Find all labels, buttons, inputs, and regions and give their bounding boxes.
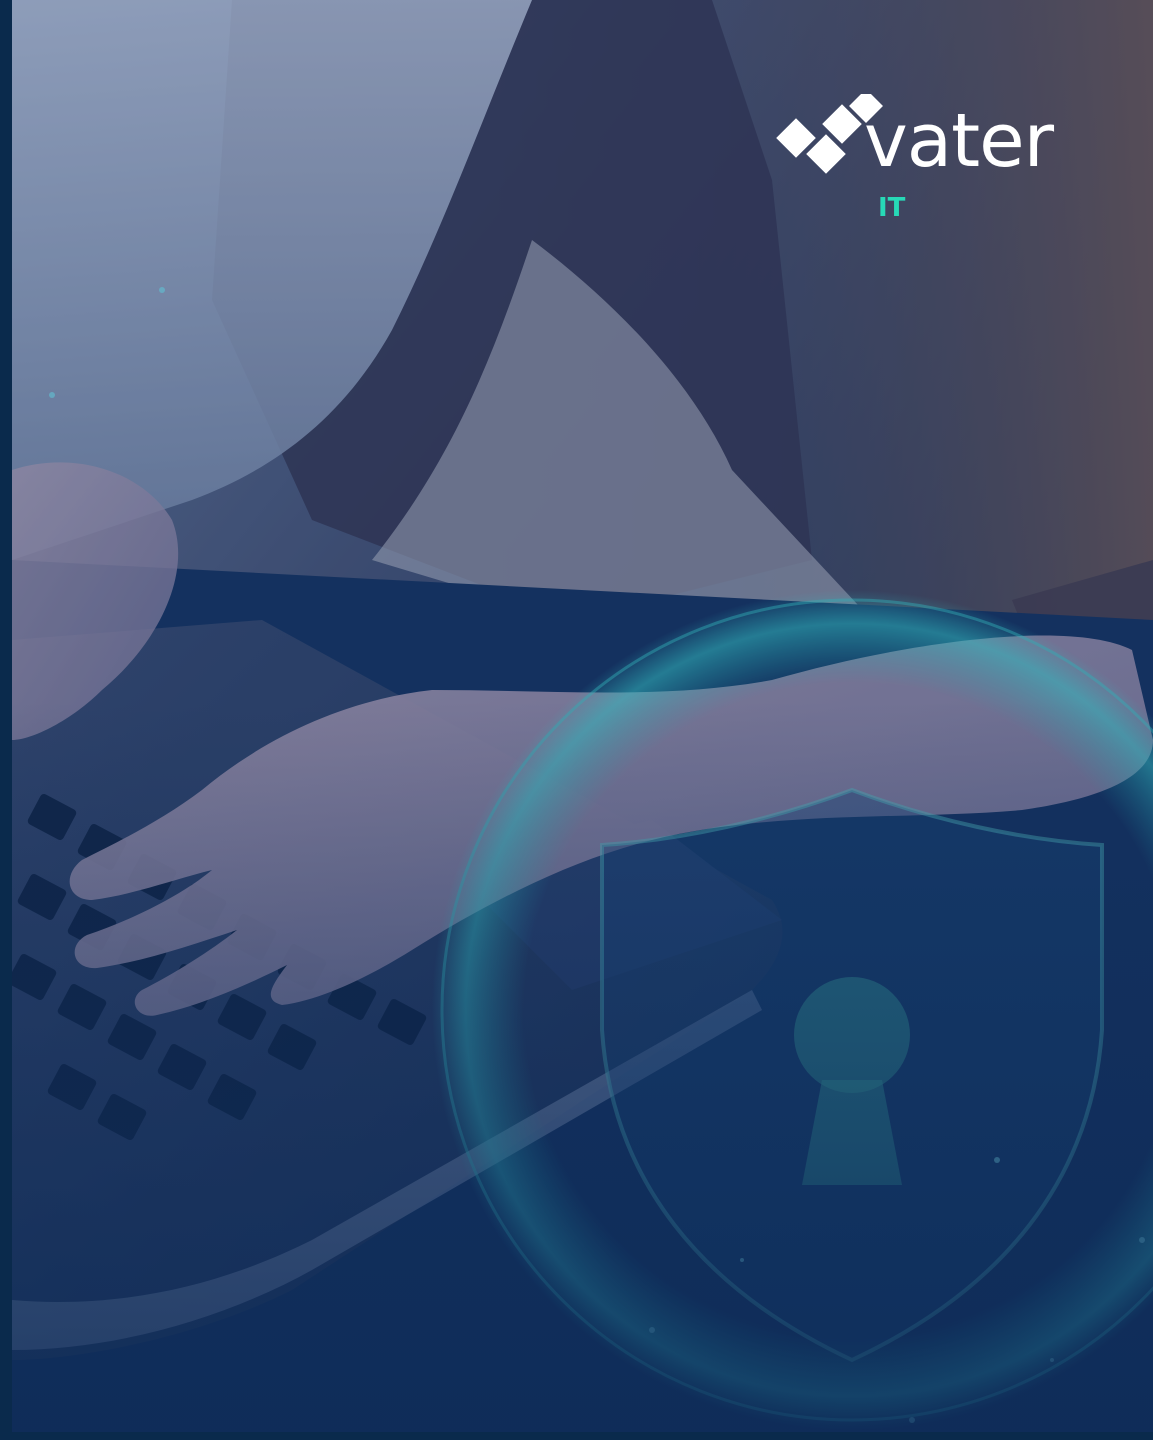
cover-page: vater IT: [0, 0, 1153, 1440]
brand-logo: vater IT: [772, 92, 1072, 232]
brand-name: vater: [864, 98, 1054, 184]
bottom-border: [0, 1432, 1153, 1440]
left-border: [0, 0, 12, 1440]
brand-subtitle: IT: [878, 193, 906, 223]
